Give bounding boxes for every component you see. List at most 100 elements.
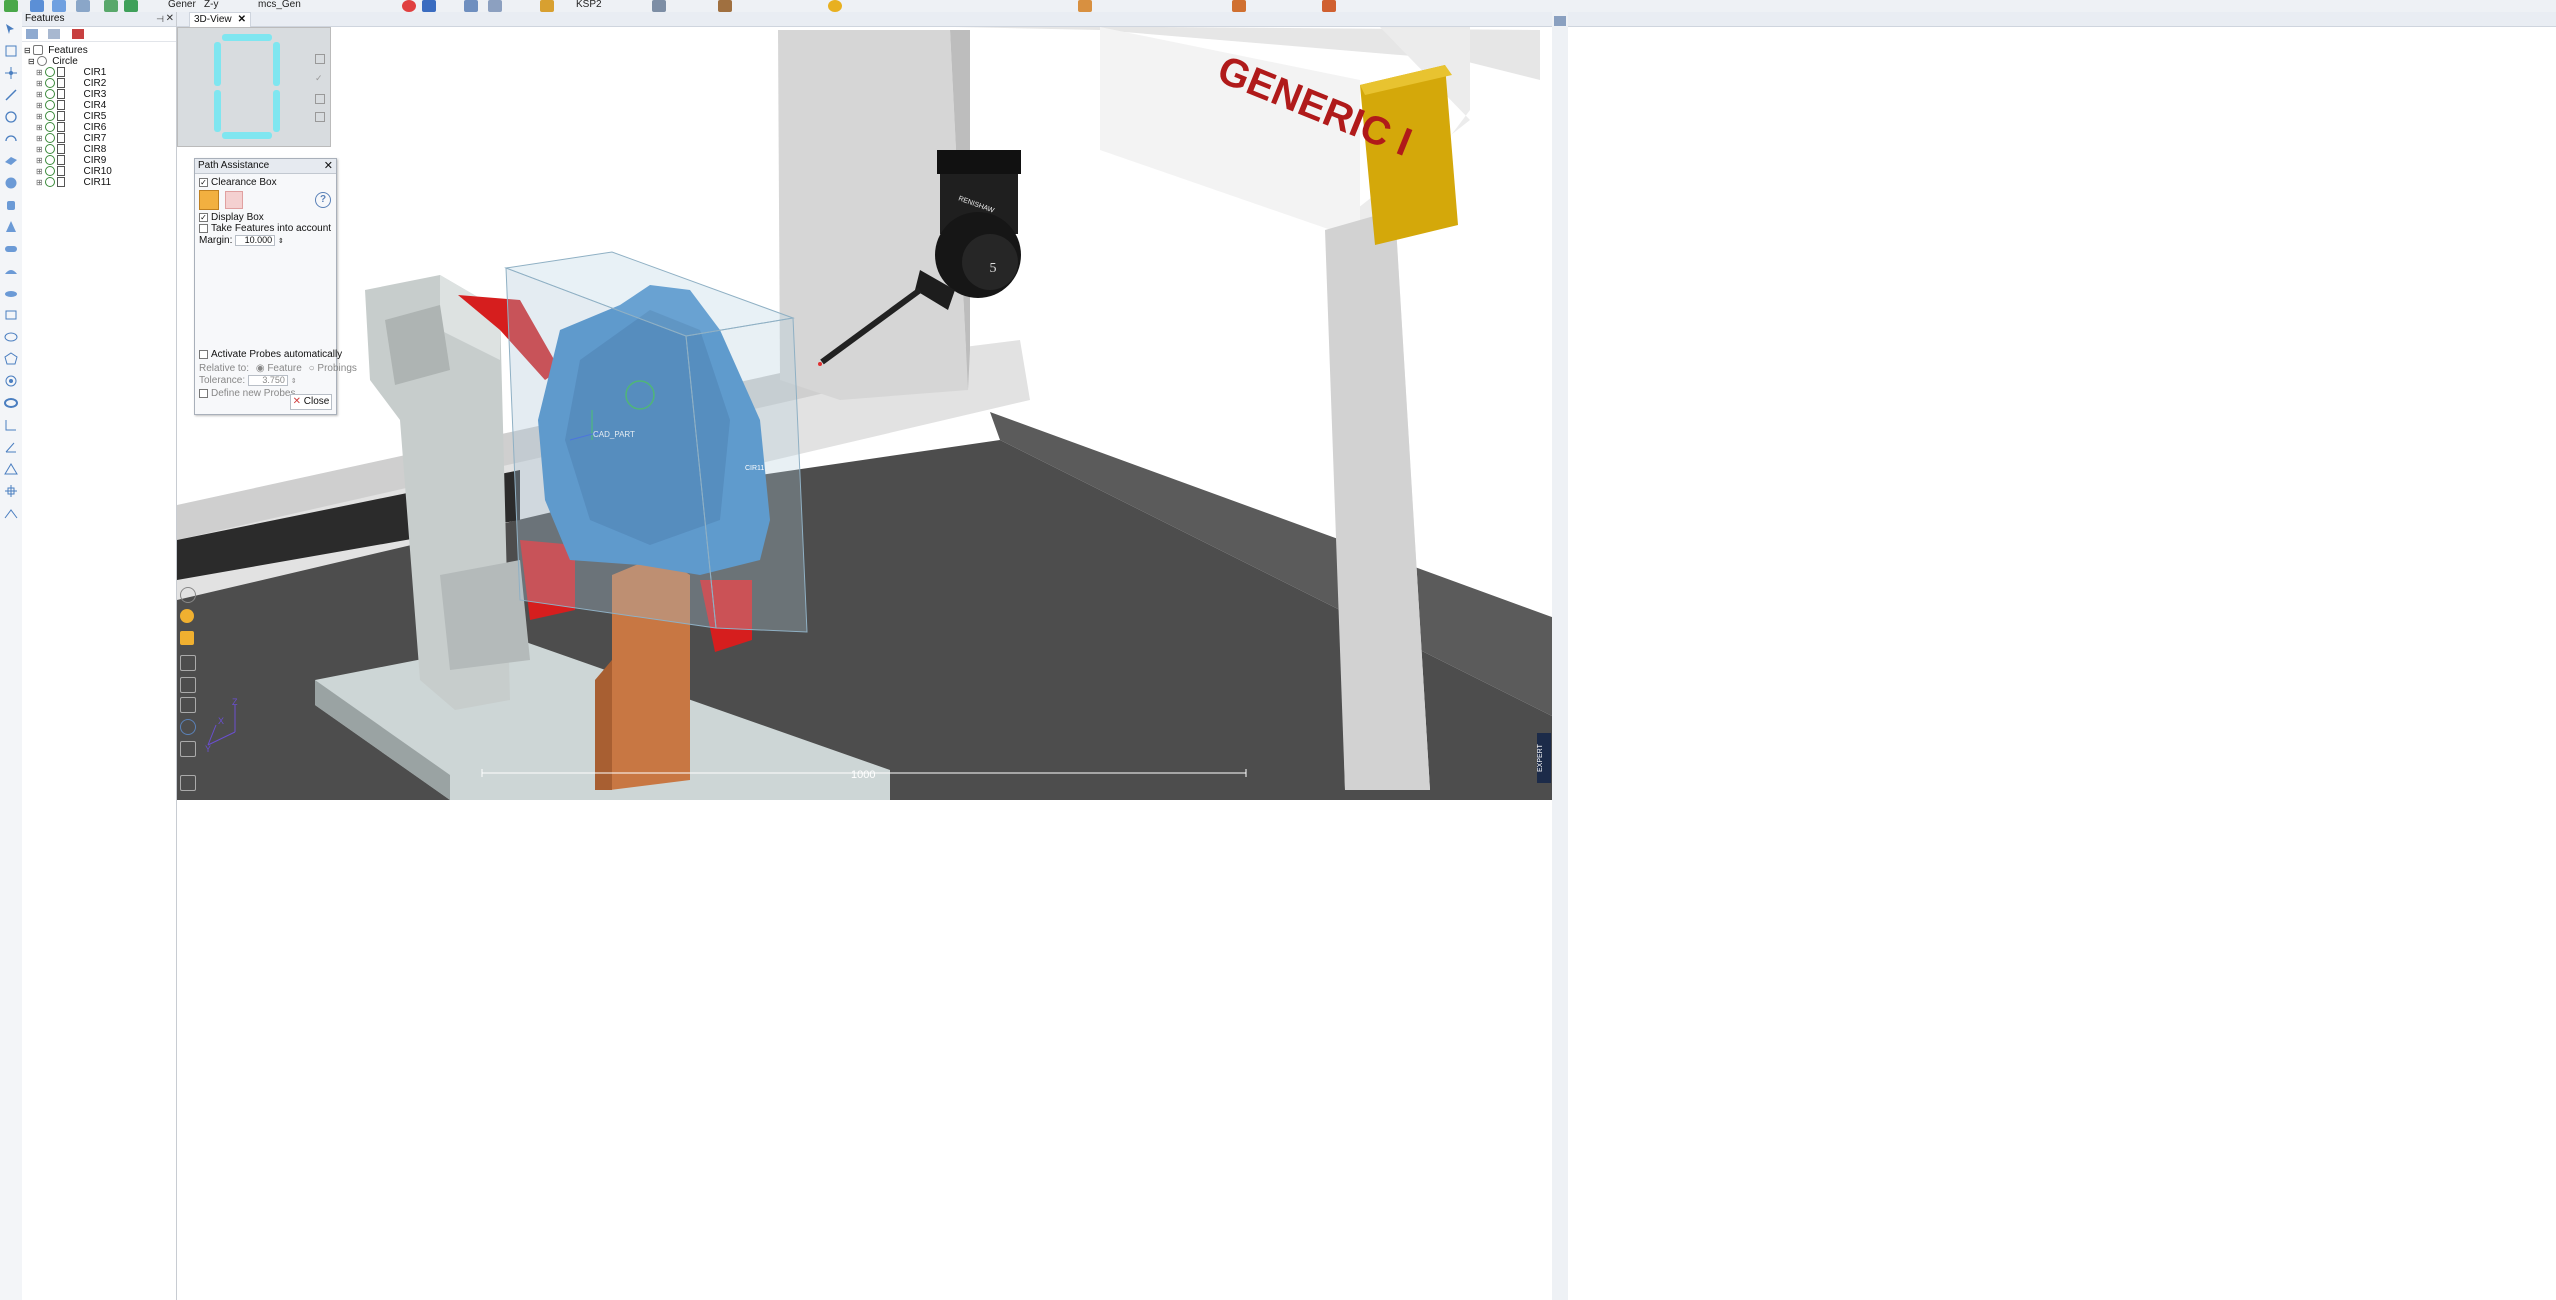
help-icon[interactable]: ? [315,192,331,208]
tree-root[interactable]: ⊟ Features [22,45,176,56]
manual-box-button[interactable] [224,191,243,209]
circle-group-icon [37,56,48,67]
probe-head-icon[interactable] [488,0,502,12]
tree-item-cir6[interactable]: ⊞ CIR6 [22,122,176,133]
view-mode-icon[interactable] [26,29,38,39]
tab-3d-view[interactable]: 3D-View ✕ [189,12,251,27]
open-icon[interactable] [30,0,44,12]
tree-item-cir11[interactable]: ⊞ CIR11 [22,177,176,188]
tree-item-cir4[interactable]: ⊞ CIR4 [22,100,176,111]
feature-doc-icon [57,100,66,111]
filter-icon[interactable] [48,29,60,39]
dock-icon[interactable] [1554,16,1566,26]
digit-delete-icon[interactable] [315,54,325,64]
plane-icon[interactable] [4,154,18,168]
record-icon[interactable] [402,0,416,12]
activate-probes-checkbox[interactable]: Activate Probes automatically [199,349,342,360]
display-box-checkbox[interactable]: ✓ Display Box [199,212,264,223]
freeform-icon[interactable] [4,286,18,300]
measure-icon[interactable] [124,0,138,12]
relative-probings-radio[interactable]: ○ Probings [309,363,357,374]
tolerance-spinner-icon[interactable]: ⇕ [291,378,297,385]
tree-item-cir9[interactable]: ⊞ CIR9 [22,155,176,166]
new-icon[interactable] [4,0,18,12]
auto-path-icon[interactable] [180,609,194,623]
close-tab-icon[interactable]: ✕ [238,14,246,25]
angle-icon[interactable] [4,440,18,454]
distance-icon[interactable] [4,418,18,432]
relative-feature-radio[interactable]: ◉ Feature [256,363,302,374]
slot-icon[interactable] [4,242,18,256]
save-icon[interactable] [52,0,66,12]
tree-item-cir1[interactable]: ⊞ CIR1 [22,67,176,78]
pin-icon[interactable]: ⊣ [156,12,164,26]
point-icon[interactable] [4,66,18,80]
path-assistance-icon[interactable] [1078,0,1092,12]
digit-ok-icon[interactable]: ✓ [315,74,323,83]
coordinate-system-combo[interactable]: mcs_Gen [258,0,301,10]
anchor-icon[interactable] [180,697,196,713]
collision-icon[interactable] [1232,0,1246,12]
auto-box-button[interactable] [199,190,219,210]
hand-tool-icon[interactable] [180,587,196,603]
clearance-box-check[interactable]: ✓ [199,177,208,187]
3d-viewport[interactable]: GENERIC I 5 RENISHAW CAD_PART [177,27,2556,1300]
line-icon[interactable] [4,88,18,102]
hole-icon[interactable] [4,374,18,388]
take-features-checkbox[interactable]: Take Features into account [199,223,331,234]
define-new-probes-checkbox[interactable]: Define new Probes [199,388,296,399]
features-panel-title: Features [25,13,65,24]
fixture-icon[interactable] [718,0,732,12]
tree-item-label: CIR7 [83,133,107,144]
close-icon[interactable]: ✕ [166,12,174,26]
cone-icon[interactable] [4,220,18,234]
alignment-combo[interactable]: Gener [168,0,196,10]
datum-icon[interactable] [4,506,18,520]
digit-stop-icon[interactable] [315,112,325,122]
surface-icon[interactable] [4,264,18,278]
light-icon[interactable] [828,0,842,12]
dialog-close-icon[interactable]: ✕ [324,159,333,173]
tree-group-circle[interactable]: ⊟ Circle [22,56,176,67]
move-point-icon[interactable] [180,655,196,671]
tree-item-cir8[interactable]: ⊞ CIR8 [22,144,176,155]
arc-icon[interactable] [4,132,18,146]
tree-item-cir2[interactable]: ⊞ CIR2 [22,78,176,89]
circle-icon[interactable] [4,110,18,124]
rectangle-icon[interactable] [4,308,18,322]
info-icon[interactable] [180,719,196,735]
stop-icon[interactable] [422,0,436,12]
alignment-icon[interactable] [4,484,18,498]
tree-item-cir5[interactable]: ⊞ CIR5 [22,111,176,122]
margin-input[interactable]: 10.000 [235,235,276,246]
sphere-icon[interactable] [4,176,18,190]
digit-skip-icon[interactable] [315,94,325,104]
sequence-icon[interactable] [72,29,84,39]
construct-tool-icon[interactable] [4,44,18,58]
probe-icon[interactable] [464,0,478,12]
view-combo[interactable]: Z-y [204,0,218,10]
close-button[interactable]: ✕ Close [290,394,332,410]
cylinder-icon[interactable] [4,198,18,212]
print-icon[interactable] [76,0,90,12]
clearance-box-checkbox[interactable]: ✓ Clearance Box [199,177,277,188]
tree-item-cir7[interactable]: ⊞ CIR7 [22,133,176,144]
tree-item-cir3[interactable]: ⊞ CIR3 [22,89,176,100]
simulation-icon[interactable] [1322,0,1336,12]
add-feature-icon[interactable] [104,0,118,12]
select-tool-icon[interactable] [4,22,18,36]
tool-changer-icon[interactable] [540,0,554,12]
retract-icon[interactable] [180,677,196,693]
export-icon[interactable] [180,775,196,791]
settings-icon[interactable] [180,741,196,757]
probe-path-icon[interactable] [180,631,194,645]
probe-combo[interactable]: KSP2 [576,0,602,10]
tree-item-cir10[interactable]: ⊞ CIR10 [22,166,176,177]
triangle-icon[interactable] [4,462,18,476]
machine-icon[interactable] [652,0,666,12]
margin-spinner-icon[interactable]: ⇕ [278,238,284,245]
polygon-icon[interactable] [4,352,18,366]
tolerance-input[interactable]: 3.750 [247,375,288,386]
ellipse-icon[interactable] [4,330,18,344]
torus-icon[interactable] [4,396,18,410]
